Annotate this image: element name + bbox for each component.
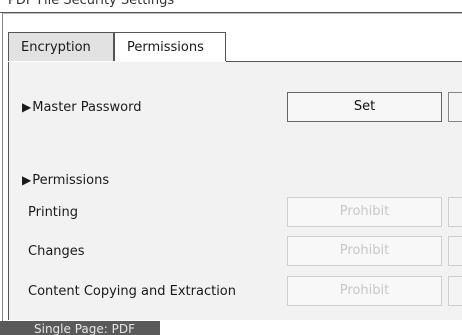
tab-encryption[interactable]: Encryption <box>8 32 114 61</box>
printing-prohibit-label: Prohibit <box>339 204 390 219</box>
content-copying-prohibit-button[interactable]: Prohibit <box>287 276 442 306</box>
content-copying-prohibit-label: Prohibit <box>339 283 390 298</box>
tab-permissions[interactable]: Permissions <box>114 32 226 61</box>
permissions-heading: ▶Permissions <box>22 173 109 188</box>
status-bar: Single Page: PDF <box>0 321 160 335</box>
status-text: Single Page: PDF <box>34 322 135 335</box>
triangle-right-icon: ▶ <box>22 100 32 114</box>
printing-label: Printing <box>28 205 79 220</box>
changes-label: Changes <box>28 244 85 259</box>
master-password-label: ▶Master Password <box>22 100 141 115</box>
tab-permissions-label: Permissions <box>127 40 204 55</box>
master-password-text: Master Password <box>32 100 142 115</box>
set-button-label: Set <box>353 99 376 114</box>
printing-side-button[interactable] <box>448 197 462 227</box>
changes-prohibit-label: Prohibit <box>339 243 390 258</box>
status-bar-blank <box>160 321 462 335</box>
dialog-title: PDF File Security Settings <box>8 0 175 8</box>
permissions-heading-text: Permissions <box>32 173 110 188</box>
master-password-side-button[interactable] <box>448 92 462 122</box>
printing-prohibit-button[interactable]: Prohibit <box>287 197 442 227</box>
triangle-right-icon: ▶ <box>22 173 32 187</box>
dialog-title-bar: PDF File Security Settings <box>0 0 462 13</box>
content-copying-label: Content Copying and Extraction <box>28 284 236 299</box>
changes-side-button[interactable] <box>448 236 462 266</box>
content-copying-side-button[interactable] <box>448 276 462 306</box>
tab-encryption-label: Encryption <box>21 40 91 55</box>
changes-prohibit-button[interactable]: Prohibit <box>287 236 442 266</box>
set-master-password-button[interactable]: Set <box>287 92 442 122</box>
